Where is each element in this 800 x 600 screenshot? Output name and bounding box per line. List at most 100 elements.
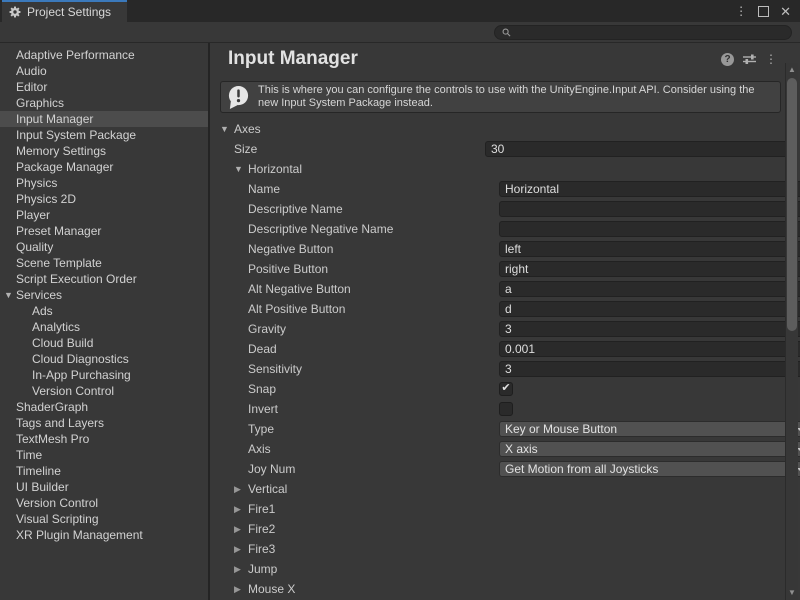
- window-menu-icon[interactable]: ⋮: [735, 5, 747, 17]
- field-label[interactable]: Mouse X: [248, 582, 295, 596]
- sidebar-item-memory-settings[interactable]: Memory Settings: [0, 143, 208, 159]
- sidebar-item-xr-plugin-management[interactable]: XR Plugin Management: [0, 527, 208, 543]
- search-box[interactable]: [494, 25, 792, 40]
- field-label[interactable]: Fire3: [248, 542, 275, 556]
- sidebar-item-preset-manager[interactable]: Preset Manager: [0, 223, 208, 239]
- settings-row-horizontal: ▼Horizontal: [210, 159, 785, 179]
- field-label[interactable]: Vertical: [248, 482, 287, 496]
- positive-button-input[interactable]: [499, 261, 800, 277]
- settings-row-vertical: ▶Vertical: [210, 479, 785, 499]
- sidebar-item-label: Player: [16, 208, 50, 222]
- foldout-closed-icon[interactable]: ▶: [234, 544, 248, 555]
- tab-title: Project Settings: [27, 5, 111, 19]
- joy-num-dropdown[interactable]: Get Motion from all Joysticks: [499, 461, 800, 477]
- sidebar-item-physics[interactable]: Physics: [0, 175, 208, 191]
- field-label: Alt Positive Button: [248, 302, 345, 316]
- info-bubble-icon: [227, 85, 250, 110]
- foldout-closed-icon[interactable]: ▶: [234, 524, 248, 535]
- row-label: Snap: [220, 382, 499, 396]
- sidebar-item-in-app-purchasing[interactable]: In-App Purchasing: [0, 367, 208, 383]
- sidebar-item-graphics[interactable]: Graphics: [0, 95, 208, 111]
- sidebar-item-input-system-package[interactable]: Input System Package: [0, 127, 208, 143]
- sidebar-item-ui-builder[interactable]: UI Builder: [0, 479, 208, 495]
- sidebar-item-tags-and-layers[interactable]: Tags and Layers: [0, 415, 208, 431]
- dead-input[interactable]: [499, 341, 800, 357]
- sidebar-item-label: Tags and Layers: [16, 416, 104, 430]
- foldout-closed-icon[interactable]: ▶: [234, 484, 248, 495]
- sidebar-item-services[interactable]: ▼Services: [0, 287, 208, 303]
- settings-body: Adaptive PerformanceAudioEditorGraphicsI…: [0, 43, 800, 600]
- invert-checkbox[interactable]: [499, 402, 513, 416]
- sidebar-item-input-manager[interactable]: Input Manager: [0, 111, 208, 127]
- row-control: [499, 181, 800, 197]
- sensitivity-input[interactable]: [499, 361, 800, 377]
- help-icon[interactable]: ?: [721, 53, 734, 66]
- sidebar-item-shadergraph[interactable]: ShaderGraph: [0, 399, 208, 415]
- axis-dropdown[interactable]: X axis: [499, 441, 800, 457]
- vertical-scrollbar[interactable]: ▲ ▼: [785, 63, 798, 600]
- field-label[interactable]: Horizontal: [248, 162, 302, 176]
- foldout-closed-icon[interactable]: ▶: [234, 564, 248, 575]
- maximize-icon[interactable]: [758, 6, 769, 17]
- descriptive-name-input[interactable]: [499, 201, 800, 217]
- foldout-closed-icon[interactable]: ▶: [234, 504, 248, 515]
- row-label: Dead: [220, 342, 499, 356]
- alt-positive-button-input[interactable]: [499, 301, 800, 317]
- sidebar-item-script-execution-order[interactable]: Script Execution Order: [0, 271, 208, 287]
- more-icon[interactable]: ⋮: [765, 53, 777, 65]
- foldout-closed-icon[interactable]: ▶: [234, 584, 248, 595]
- foldout-open-icon[interactable]: ▼: [234, 164, 248, 174]
- sidebar-item-cloud-diagnostics[interactable]: Cloud Diagnostics: [0, 351, 208, 367]
- row-label: ▶Jump: [220, 562, 485, 576]
- search-input[interactable]: [515, 26, 784, 38]
- sidebar-item-label: TextMesh Pro: [16, 432, 89, 446]
- sidebar-item-quality[interactable]: Quality: [0, 239, 208, 255]
- settings-toolbar: [0, 22, 800, 43]
- presets-icon[interactable]: [743, 53, 756, 65]
- row-control: [499, 221, 800, 237]
- foldout-open-icon[interactable]: ▼: [220, 124, 234, 134]
- sidebar-item-version-control[interactable]: Version Control: [0, 495, 208, 511]
- field-label: Descriptive Name: [248, 202, 343, 216]
- scroll-down-icon[interactable]: ▼: [786, 588, 798, 598]
- row-label: ▶Mouse X: [220, 582, 485, 596]
- sidebar-item-analytics[interactable]: Analytics: [0, 319, 208, 335]
- sidebar-item-editor[interactable]: Editor: [0, 79, 208, 95]
- descriptive-negative-name-input[interactable]: [499, 221, 800, 237]
- name-input[interactable]: [499, 181, 800, 197]
- scroll-up-icon[interactable]: ▲: [786, 65, 798, 75]
- sidebar-item-scene-template[interactable]: Scene Template: [0, 255, 208, 271]
- sidebar-item-player[interactable]: Player: [0, 207, 208, 223]
- gear-icon: [9, 6, 21, 18]
- negative-button-input[interactable]: [499, 241, 800, 257]
- sidebar-item-textmesh-pro[interactable]: TextMesh Pro: [0, 431, 208, 447]
- sidebar-item-package-manager[interactable]: Package Manager: [0, 159, 208, 175]
- sidebar-item-timeline[interactable]: Timeline: [0, 463, 208, 479]
- sidebar-item-visual-scripting[interactable]: Visual Scripting: [0, 511, 208, 527]
- foldout-arrow-icon[interactable]: ▼: [4, 290, 16, 300]
- tab-project-settings[interactable]: Project Settings: [2, 0, 127, 22]
- sidebar-item-physics-2d[interactable]: Physics 2D: [0, 191, 208, 207]
- field-label[interactable]: Fire2: [248, 522, 275, 536]
- row-label: Alt Negative Button: [220, 282, 499, 296]
- sidebar-item-label: Scene Template: [16, 256, 102, 270]
- sidebar-item-adaptive-performance[interactable]: Adaptive Performance: [0, 47, 208, 63]
- field-label[interactable]: Fire1: [248, 502, 275, 516]
- gravity-input[interactable]: [499, 321, 800, 337]
- checkmark-icon: ✔: [501, 383, 510, 394]
- sidebar-item-audio[interactable]: Audio: [0, 63, 208, 79]
- sidebar-item-label: UI Builder: [16, 480, 69, 494]
- type-dropdown[interactable]: Key or Mouse Button: [499, 421, 800, 437]
- field-label[interactable]: Jump: [248, 562, 277, 576]
- sidebar-item-time[interactable]: Time: [0, 447, 208, 463]
- sidebar-item-cloud-build[interactable]: Cloud Build: [0, 335, 208, 351]
- size-input[interactable]: [485, 141, 798, 157]
- alt-negative-button-input[interactable]: [499, 281, 800, 297]
- settings-row-name: Name: [210, 179, 785, 199]
- sidebar-item-version-control[interactable]: Version Control: [0, 383, 208, 399]
- scrollbar-thumb[interactable]: [787, 78, 797, 331]
- field-label[interactable]: Axes: [234, 122, 261, 136]
- close-icon[interactable]: ✕: [780, 5, 791, 18]
- snap-checkbox[interactable]: ✔: [499, 382, 513, 396]
- sidebar-item-ads[interactable]: Ads: [0, 303, 208, 319]
